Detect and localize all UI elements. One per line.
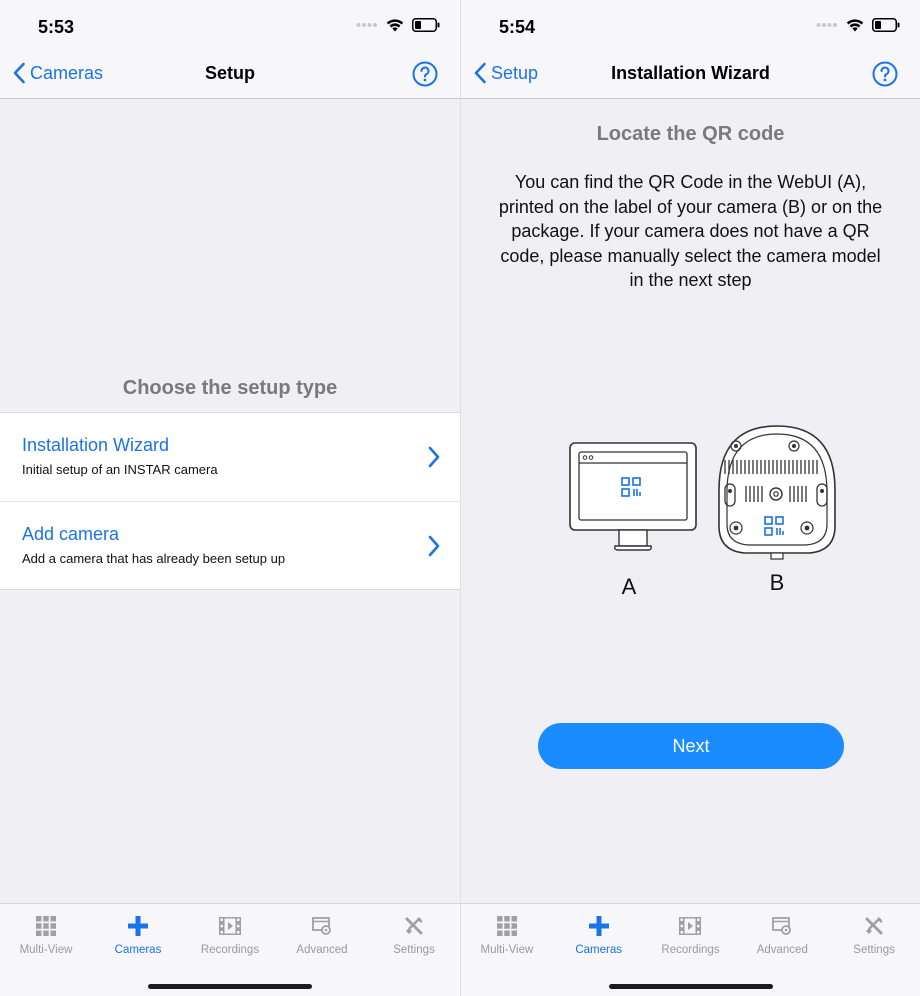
film-icon (679, 917, 702, 935)
status-icons (356, 18, 440, 32)
chevron-right-icon (428, 535, 440, 557)
tab-bar: Multi-View Cameras Recordings Advanced S… (461, 903, 920, 996)
label-a: A (622, 574, 637, 599)
tab-label: Settings (853, 944, 895, 956)
cellular-icon (356, 23, 377, 27)
tab-advanced[interactable]: Advanced (276, 904, 368, 964)
plus-icon (128, 916, 148, 936)
help-icon (412, 61, 438, 87)
label-b: B (770, 570, 785, 595)
back-button-label: Cameras (30, 62, 104, 83)
home-indicator[interactable] (609, 984, 773, 989)
chevron-left-icon (474, 62, 486, 84)
status-bar: 5:53 (0, 0, 460, 50)
tab-multi-view[interactable]: Multi-View (461, 904, 553, 964)
tab-label: Recordings (661, 944, 720, 956)
installation-wizard-item[interactable]: Installation Wizard Initial setup of an … (0, 413, 460, 501)
status-time: 5:53 (38, 17, 75, 37)
chevron-left-icon (13, 62, 25, 84)
navigation-bar: Setup Installation Wizard (461, 50, 920, 99)
battery-icon (412, 18, 440, 32)
tab-label: Multi-View (19, 944, 73, 956)
list-item-title: Installation Wizard (22, 435, 170, 455)
wifi-icon (846, 19, 864, 32)
battery-icon (872, 18, 900, 32)
tab-label: Settings (393, 944, 435, 956)
navigation-bar: Cameras Setup (0, 50, 460, 99)
cellular-icon (816, 23, 837, 27)
back-button[interactable]: Cameras (12, 62, 103, 84)
tab-label: Multi-View (480, 944, 534, 956)
advanced-icon (312, 917, 331, 935)
grid-icon (36, 916, 56, 936)
tab-label: Recordings (200, 944, 260, 956)
chevron-right-icon (428, 446, 440, 468)
help-button[interactable] (872, 61, 898, 92)
tab-recordings[interactable]: Recordings (645, 904, 737, 964)
tools-icon (865, 917, 883, 935)
help-icon (872, 61, 898, 87)
status-bar: 5:54 (461, 0, 920, 50)
tools-icon (405, 917, 423, 935)
qr-location-illustration: A B (569, 425, 836, 599)
status-icons (816, 18, 900, 32)
monitor-icon (569, 442, 697, 551)
tab-bar: Multi-View Cameras Recordings Advanced S… (0, 903, 460, 996)
help-button[interactable] (412, 61, 438, 92)
qr-heading: Locate the QR code (596, 123, 785, 145)
back-button-label: Setup (491, 62, 539, 83)
list-item-subtitle: Add a camera that has already been setup… (22, 551, 286, 566)
tab-cameras[interactable]: Cameras (553, 904, 645, 964)
back-button[interactable]: Setup (473, 62, 538, 84)
tab-settings[interactable]: Settings (828, 904, 920, 964)
camera-back-icon (718, 425, 836, 560)
tab-label: Cameras (575, 944, 623, 956)
setup-type-heading: Choose the setup type (122, 377, 338, 399)
qr-description: You can find the QR Code in the WebUI (A… (498, 172, 883, 290)
plus-icon (588, 916, 609, 936)
grid-icon (496, 916, 517, 936)
tab-recordings[interactable]: Recordings (184, 904, 276, 964)
film-icon (219, 917, 241, 935)
home-indicator[interactable] (148, 984, 312, 989)
status-time: 5:54 (499, 17, 536, 37)
setup-screen: 5:53 Cameras Setup Choose the setup type… (0, 0, 460, 996)
tab-cameras[interactable]: Cameras (92, 904, 184, 964)
advanced-icon (772, 917, 792, 935)
next-button[interactable]: Next (538, 723, 844, 769)
setup-type-list: Installation Wizard Initial setup of an … (0, 412, 460, 590)
tab-label: Advanced (296, 944, 348, 956)
list-item-subtitle: Initial setup of an INSTAR camera (22, 462, 218, 477)
list-item-title: Add camera (22, 524, 120, 544)
tab-settings[interactable]: Settings (368, 904, 460, 964)
tab-multi-view[interactable]: Multi-View (0, 904, 92, 964)
add-camera-item[interactable]: Add camera Add a camera that has already… (0, 501, 460, 589)
tab-advanced[interactable]: Advanced (736, 904, 828, 964)
wifi-icon (386, 19, 404, 32)
installation-wizard-screen: 5:54 Setup Installation Wizard Locate th… (460, 0, 920, 996)
tab-label: Cameras (114, 944, 162, 956)
tab-label: Advanced (756, 944, 808, 956)
